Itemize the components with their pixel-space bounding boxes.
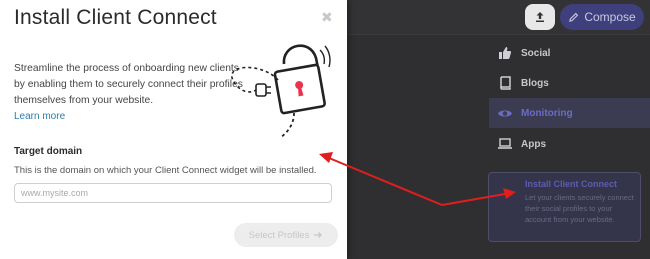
annotation-arrows <box>319 152 516 206</box>
